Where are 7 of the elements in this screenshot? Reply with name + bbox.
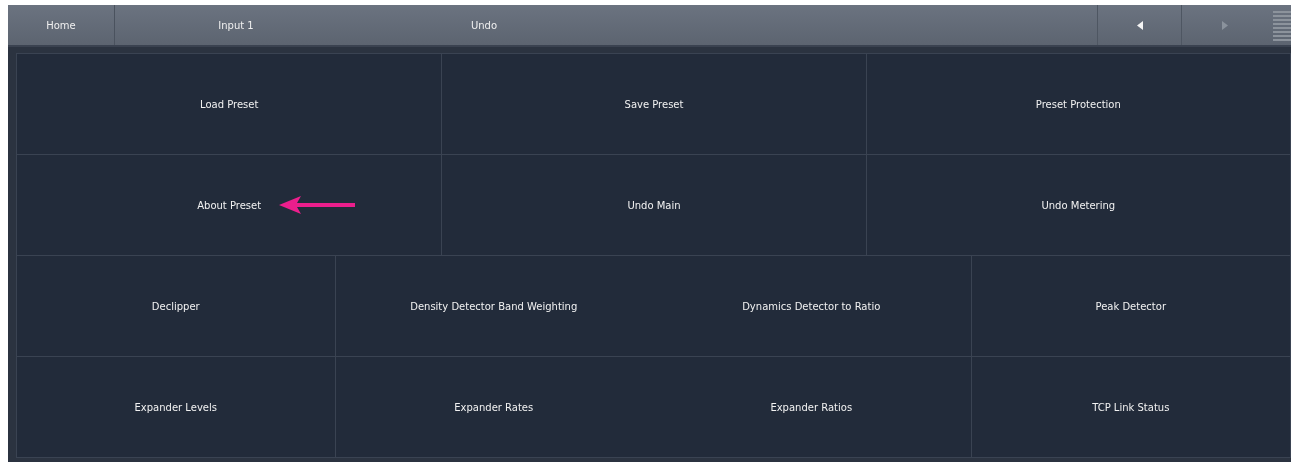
breadcrumb: Undo	[469, 18, 499, 33]
left-triangle-icon	[1136, 20, 1143, 30]
menu-icon[interactable]	[1273, 9, 1291, 43]
right-triangle-icon	[1221, 20, 1228, 30]
breadcrumb: Input 1	[217, 18, 255, 33]
home-tab[interactable]: Home	[8, 5, 115, 45]
previous-button[interactable]	[1097, 5, 1182, 45]
